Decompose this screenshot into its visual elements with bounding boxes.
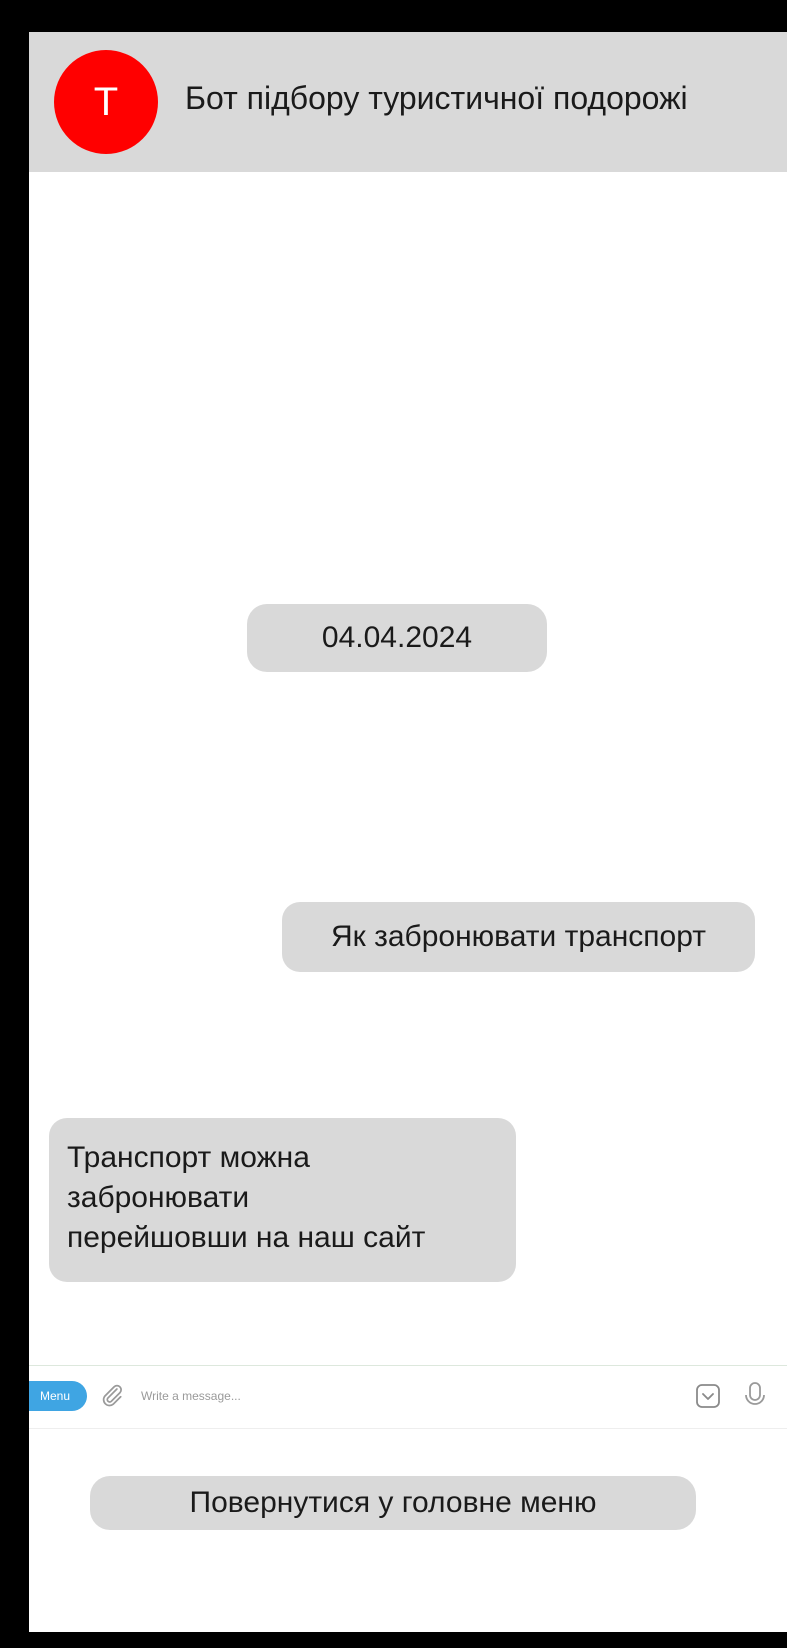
- microphone-icon[interactable]: [741, 1380, 771, 1412]
- menu-button-label: Menu: [39, 1389, 71, 1403]
- incoming-message[interactable]: Транспорт можна забронювати перейшовши н…: [49, 1118, 516, 1282]
- message-input[interactable]: [141, 1383, 641, 1409]
- incoming-message-line: перейшовши на наш сайт: [67, 1221, 426, 1254]
- keyboard-icon[interactable]: [695, 1383, 721, 1409]
- date-separator: 04.04.2024: [247, 604, 547, 672]
- outgoing-message-text: Як забронювати транспорт: [330, 920, 706, 953]
- chat-title[interactable]: Бот підбору туристичної подорожі: [185, 80, 688, 117]
- avatar-letter: T: [93, 79, 119, 124]
- chat-screen: T Бот підбору туристичної подорожі 04.04…: [29, 32, 787, 1632]
- bot-avatar[interactable]: T: [54, 50, 158, 154]
- attach-icon[interactable]: [99, 1382, 125, 1408]
- menu-button[interactable]: Menu: [29, 1381, 87, 1411]
- incoming-message-line: Транспорт можна: [67, 1141, 310, 1174]
- message-input-bar: Menu: [29, 1365, 787, 1429]
- device-frame: T Бот підбору туристичної подорожі 04.04…: [0, 0, 787, 1648]
- main-menu-button-label: Повернутися у головне меню: [189, 1486, 597, 1519]
- main-menu-button[interactable]: Повернутися у головне меню: [90, 1476, 696, 1530]
- incoming-message-line: забронювати: [67, 1181, 250, 1214]
- date-label: 04.04.2024: [321, 621, 473, 654]
- outgoing-message[interactable]: Як забронювати транспорт: [282, 902, 755, 972]
- chat-header: T Бот підбору туристичної подорожі: [29, 32, 787, 172]
